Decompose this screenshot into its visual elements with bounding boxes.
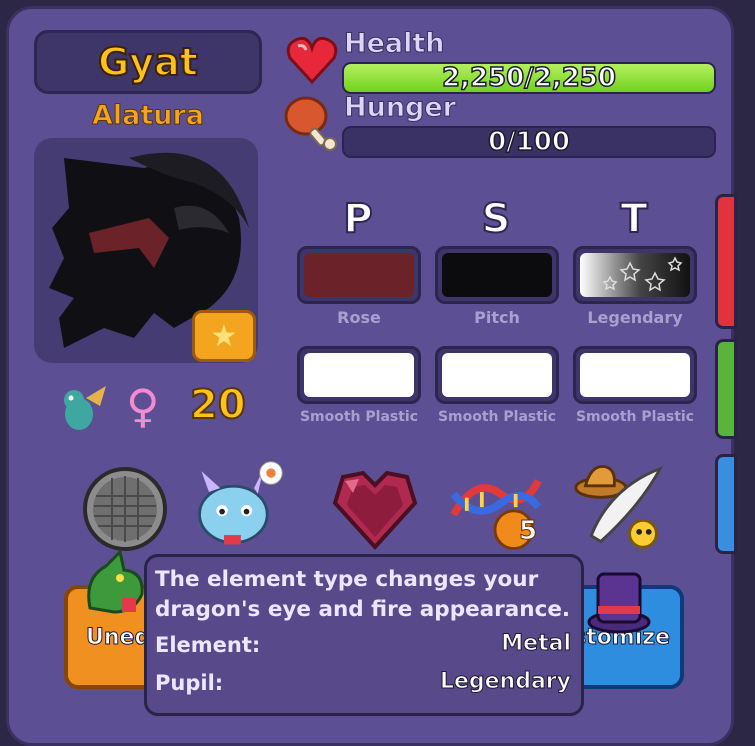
dragon-mood-icon <box>198 461 283 545</box>
dragon-unequip-icon <box>80 548 150 618</box>
primary-color-label: Rose <box>337 308 381 327</box>
metal-element-button[interactable] <box>78 462 172 556</box>
pet-level: 20 <box>189 381 247 429</box>
health-bar: 2,250/2,250 <box>342 62 716 94</box>
heart-gem-icon <box>332 470 418 550</box>
unequip-label: Uneq <box>85 624 151 650</box>
accessories-button[interactable] <box>572 458 666 552</box>
heart-icon <box>286 36 338 91</box>
tooltip-description: The element type changes your dragon's e… <box>155 567 571 622</box>
secondary-material-fill <box>442 353 552 397</box>
secondary-color-swatch[interactable] <box>435 246 559 304</box>
pet-species: Alatura <box>91 100 205 132</box>
element-dragon-icon <box>50 378 108 436</box>
health-label: Health <box>344 28 446 60</box>
element-tooltip: The element type changes your dragon's e… <box>144 554 584 716</box>
top-hat-icon <box>586 566 652 636</box>
dna-traits-button[interactable]: 5 <box>448 462 542 556</box>
side-tab-green[interactable] <box>715 339 737 439</box>
tertiary-material-swatch[interactable] <box>573 346 697 404</box>
female-symbol-icon: ♀ <box>126 379 160 433</box>
secondary-color-fill <box>442 253 552 297</box>
primary-color-swatch[interactable] <box>297 246 421 304</box>
tertiary-material-fill <box>580 353 690 397</box>
tertiary-material-label: Smooth Plastic <box>575 409 695 425</box>
dna-count-badge: 5 <box>518 516 538 547</box>
meat-leg-icon <box>282 92 342 161</box>
hat-feather-icon <box>574 465 664 549</box>
side-tab-blue[interactable] <box>715 454 737 554</box>
pet-name-plate[interactable]: Gyat <box>34 30 262 94</box>
tertiary-color-label: Legendary <box>587 308 683 327</box>
favorite-star-button[interactable]: ★ <box>192 310 256 362</box>
hunger-label: Hunger <box>344 92 457 124</box>
primary-material-fill <box>304 353 414 397</box>
side-tab-red[interactable] <box>715 194 737 329</box>
tertiary-color-swatch[interactable] <box>573 246 697 304</box>
primary-material-swatch[interactable] <box>297 346 421 404</box>
health-value: 2,250/2,250 <box>441 63 616 93</box>
pet-mood-button[interactable] <box>192 458 286 552</box>
col-head-tertiary: T <box>619 195 648 243</box>
tooltip-element-label: Element: <box>155 633 261 657</box>
hunger-bar: 0/100 <box>342 126 716 158</box>
tooltip-element-value: Metal <box>501 631 572 657</box>
legendary-starry-fill <box>580 253 690 297</box>
primary-material-label: Smooth Plastic <box>299 409 419 425</box>
tooltip-pupil-label: Pupil: <box>155 671 224 695</box>
star-icon: ★ <box>210 318 238 354</box>
secondary-material-label: Smooth Plastic <box>437 409 557 425</box>
primary-color-fill <box>304 253 414 297</box>
secondary-material-swatch[interactable] <box>435 346 559 404</box>
col-head-primary: P <box>342 195 373 243</box>
col-head-secondary: S <box>481 195 512 243</box>
tooltip-pupil-value: Legendary <box>439 669 571 695</box>
heart-gem-button[interactable] <box>328 462 422 556</box>
pet-name: Gyat <box>97 39 199 85</box>
metal-grate-icon <box>83 467 167 551</box>
secondary-color-label: Pitch <box>474 308 520 327</box>
hunger-value: 0/100 <box>487 127 570 157</box>
